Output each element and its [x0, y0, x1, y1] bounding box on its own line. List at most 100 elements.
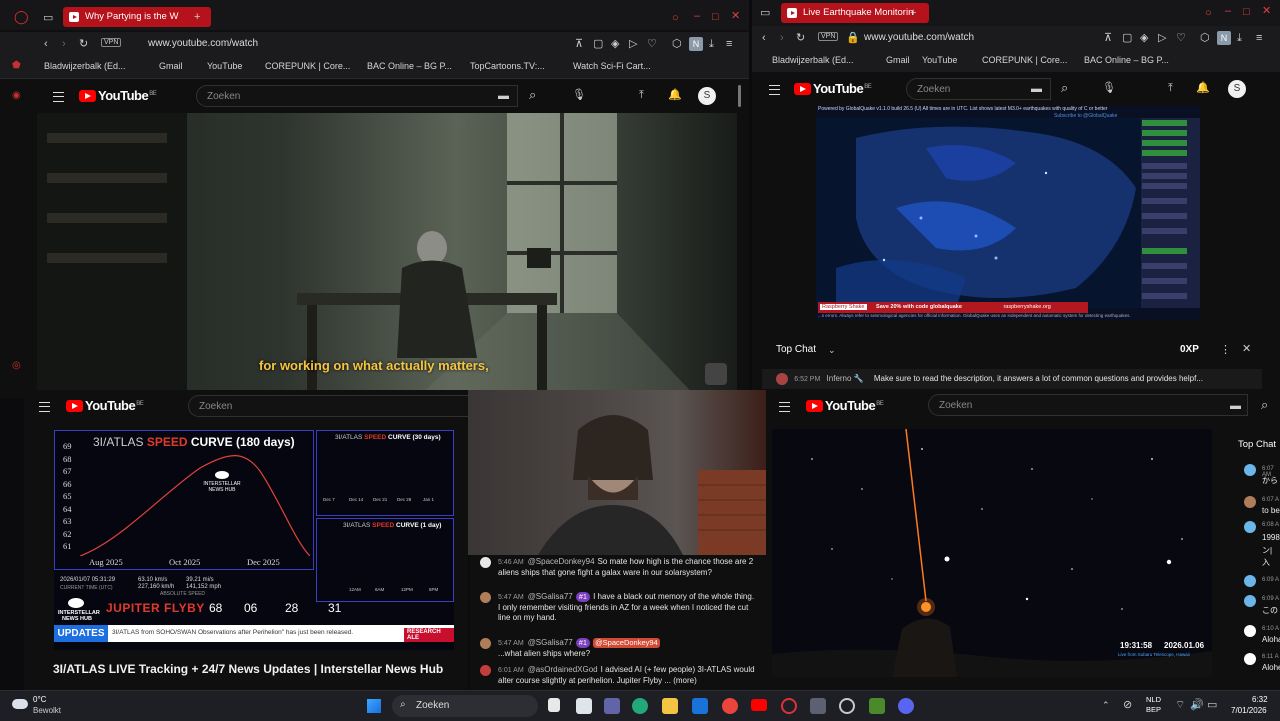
clock-date[interactable]: 7/01/2026 — [1231, 706, 1267, 715]
outlook-icon[interactable] — [692, 698, 708, 714]
tab-active[interactable]: Why Partying is the W — [63, 7, 211, 27]
search-input[interactable]: Zoeken — [928, 394, 1248, 416]
keyboard-icon[interactable]: ▬ — [1031, 83, 1042, 95]
explorer-icon[interactable] — [662, 698, 678, 714]
keyboard-icon[interactable]: ▬ — [1230, 400, 1241, 412]
play-icon[interactable]: ▷ — [1158, 32, 1166, 44]
teams-icon[interactable] — [604, 698, 620, 714]
opera-gx-icon[interactable] — [839, 698, 855, 714]
mic-icon[interactable]: 🎙 — [1102, 82, 1116, 94]
search-icon[interactable]: ⌕ — [1061, 81, 1068, 94]
discord-icon[interactable] — [898, 698, 914, 714]
hamburger-icon[interactable] — [769, 85, 780, 95]
pin-icon[interactable]: ⊼ — [1104, 32, 1112, 44]
store-icon[interactable] — [576, 698, 592, 714]
play-icon[interactable]: ▷ — [629, 38, 637, 50]
bookmark-folder[interactable]: Bladwijzerbalk (Ed... — [44, 61, 126, 71]
video-player[interactable]: for working on what actually matters, — [37, 113, 737, 398]
sidebar-item-icon[interactable]: ⬟ — [12, 60, 24, 72]
search-icon[interactable]: ⌕ — [1261, 398, 1268, 411]
bookmark-topcartoons[interactable]: TopCartoons.TV:... — [470, 61, 545, 71]
vpn-badge[interactable]: VPN — [818, 32, 839, 41]
vpn-badge[interactable]: VPN — [101, 38, 122, 47]
sidebar-item-icon[interactable]: ◉ — [12, 90, 24, 102]
bookmark-bac[interactable]: BAC Online – BG P... — [1084, 55, 1169, 65]
upload-icon[interactable]: ⤒ — [1168, 82, 1173, 94]
tab-overview-icon[interactable]: ▭ — [43, 12, 53, 24]
volume-icon[interactable]: 🔊 — [1190, 699, 1204, 711]
bell-icon[interactable]: 🔔 — [668, 89, 682, 101]
download-icon[interactable]: ⤓ — [709, 38, 714, 50]
close-icon[interactable]: ✕ — [731, 10, 740, 22]
download-icon[interactable]: ⤓ — [1237, 32, 1242, 44]
youtube-icon[interactable] — [751, 699, 767, 711]
weather-icon[interactable] — [12, 699, 28, 709]
opera-logo-icon[interactable]: ◯ — [14, 10, 29, 23]
youtube-logo-icon[interactable] — [806, 400, 823, 412]
search-input[interactable]: Zoeken — [906, 78, 1051, 100]
taskbar-search[interactable]: ⌕ Zoeken — [392, 695, 538, 717]
more-options-icon[interactable]: ⋮ — [1220, 344, 1231, 356]
hamburger-icon[interactable] — [779, 402, 790, 412]
search-input[interactable]: Zoeken — [196, 85, 518, 107]
search-tabs-icon[interactable]: ○ — [672, 12, 679, 24]
earthquake-video[interactable]: Powered by GlobalQuake v1.1.0 build 26.5… — [816, 106, 1200, 320]
profile-button[interactable]: N — [1217, 31, 1231, 45]
avatar[interactable]: S — [698, 87, 716, 105]
maximize-icon[interactable]: □ — [1243, 6, 1250, 18]
scrollbar[interactable] — [738, 85, 741, 107]
hamburger-icon[interactable] — [39, 402, 50, 412]
tray-chevron-icon[interactable]: ⌃ — [1102, 699, 1110, 711]
wifi-icon[interactable]: ⌔ — [1175, 699, 1185, 711]
bookmark-bac[interactable]: BAC Online – BG P... — [367, 61, 452, 71]
game-icon[interactable] — [869, 698, 885, 714]
xp-badge[interactable]: 0XP — [1180, 344, 1199, 355]
top-chat-dropdown[interactable]: Top Chat — [776, 344, 816, 355]
close-chat-icon[interactable]: ✕ — [1242, 343, 1251, 355]
reload-icon[interactable]: ↻ — [79, 38, 88, 50]
chevron-down-icon[interactable]: ⌄ — [828, 344, 836, 356]
youtube-logo-icon[interactable] — [66, 400, 83, 412]
youtube-logo-icon[interactable] — [794, 83, 811, 95]
network-icon[interactable]: ⊘ — [1123, 699, 1132, 711]
bookmark-corepunk[interactable]: COREPUNK | Core... — [982, 55, 1067, 65]
heart-icon[interactable]: ♡ — [1176, 32, 1186, 44]
bookmark-youtube[interactable]: YouTube — [922, 55, 957, 65]
hamburger-icon[interactable] — [53, 92, 64, 102]
url-field[interactable]: www.youtube.com/watch — [864, 32, 974, 43]
bookmark-youtube[interactable]: YouTube — [207, 61, 242, 71]
bookmark-folder[interactable]: Bladwijzerbalk (Ed... — [772, 55, 854, 65]
url-field[interactable]: www.youtube.com/watch — [148, 38, 258, 49]
shield-icon[interactable]: ◈ — [611, 38, 619, 50]
search-icon[interactable]: ⌕ — [529, 88, 536, 101]
back-icon[interactable]: ‹ — [762, 32, 766, 44]
clock-time[interactable]: 6:32 — [1252, 695, 1268, 704]
new-tab-icon[interactable]: + — [910, 7, 916, 19]
bell-icon[interactable]: 🔔 — [1196, 82, 1210, 94]
weather-temp[interactable]: 0°C — [33, 695, 46, 704]
battery-icon[interactable]: ▭ — [1207, 699, 1217, 711]
telescope-video[interactable]: 19:31:58 2026.01.06 Live from Subaru Tel… — [772, 429, 1212, 677]
calculator-icon[interactable] — [810, 698, 826, 714]
search-tabs-icon[interactable]: ○ — [1205, 7, 1212, 19]
keyboard-icon[interactable]: ▬ — [498, 90, 509, 102]
menu-icon[interactable]: ≡ — [1256, 32, 1262, 44]
snapshot-icon[interactable]: ▢ — [1122, 32, 1132, 44]
close-icon[interactable]: ✕ — [1262, 5, 1271, 17]
edge-icon[interactable] — [632, 698, 648, 714]
youtube-logo-icon[interactable] — [79, 90, 96, 102]
video-title[interactable]: 3I/ATLAS LIVE Tracking + 24/7 News Updat… — [53, 662, 443, 676]
bookmark-corepunk[interactable]: COREPUNK | Core... — [265, 61, 350, 71]
reload-icon[interactable]: ↻ — [796, 32, 805, 44]
upload-icon[interactable]: ⤒ — [639, 89, 644, 101]
menu-icon[interactable]: ≡ — [726, 38, 732, 50]
snapshot-icon[interactable]: ▢ — [593, 38, 603, 50]
minimize-icon[interactable]: – — [1225, 5, 1231, 17]
heart-icon[interactable]: ♡ — [647, 38, 657, 50]
bookmark-gmail[interactable]: Gmail — [886, 55, 910, 65]
bookmark-scifi[interactable]: Watch Sci-Fi Cart... — [573, 61, 651, 71]
avatar[interactable]: S — [1228, 80, 1246, 98]
forward-icon[interactable]: › — [62, 38, 66, 50]
weather-desc[interactable]: Bewolkt — [33, 706, 61, 715]
profile-button[interactable]: N — [689, 37, 703, 51]
